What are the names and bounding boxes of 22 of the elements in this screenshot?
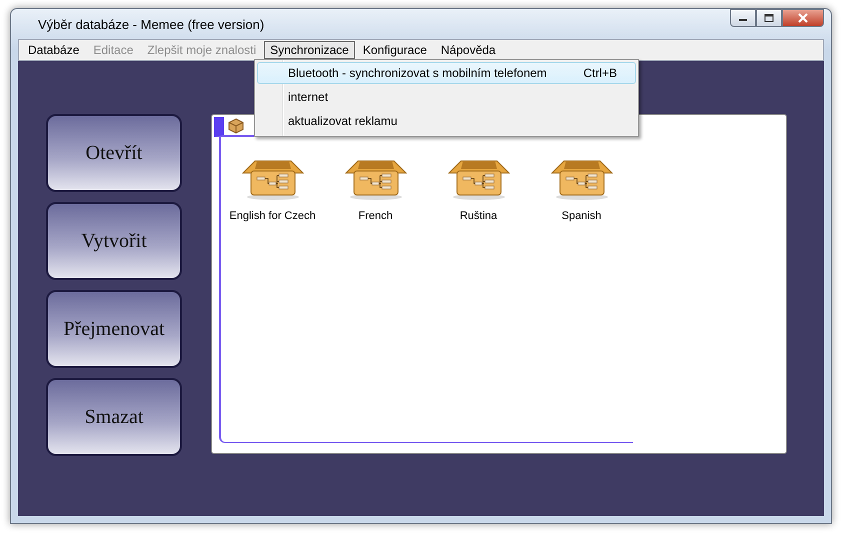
database-label: French (358, 210, 393, 222)
menu-item[interactable]: Nápověda (434, 41, 502, 59)
menu-item[interactable]: Konfigurace (356, 41, 433, 59)
window-title: Výběr databáze - Memee (free version) (37, 16, 264, 32)
maximize-button[interactable] (756, 9, 782, 27)
menu-item[interactable]: Databáze (22, 41, 86, 59)
box-icon (228, 118, 244, 134)
close-button[interactable] (782, 9, 824, 27)
dropdown-item[interactable]: internet (257, 86, 636, 108)
action-button[interactable]: Přejmenovat (46, 290, 182, 368)
database-label: Ruština (460, 210, 498, 222)
menu-item[interactable]: Synchronizace (264, 41, 355, 59)
database-label: English for Czech (229, 210, 316, 222)
close-icon (797, 13, 809, 23)
action-button[interactable]: Smazat (46, 378, 182, 456)
dropdown-item[interactable]: aktualizovat reklamu (257, 110, 636, 132)
minimize-button[interactable] (730, 9, 756, 27)
action-button[interactable]: Vytvořit (46, 202, 182, 280)
dropdown-item[interactable]: Bluetooth - synchronizovat s mobilním telefonem Ctrl+B (257, 62, 636, 84)
action-button[interactable]: Otevřít (46, 114, 182, 192)
maximize-icon (764, 14, 774, 22)
database-label: Spanish (562, 210, 602, 222)
